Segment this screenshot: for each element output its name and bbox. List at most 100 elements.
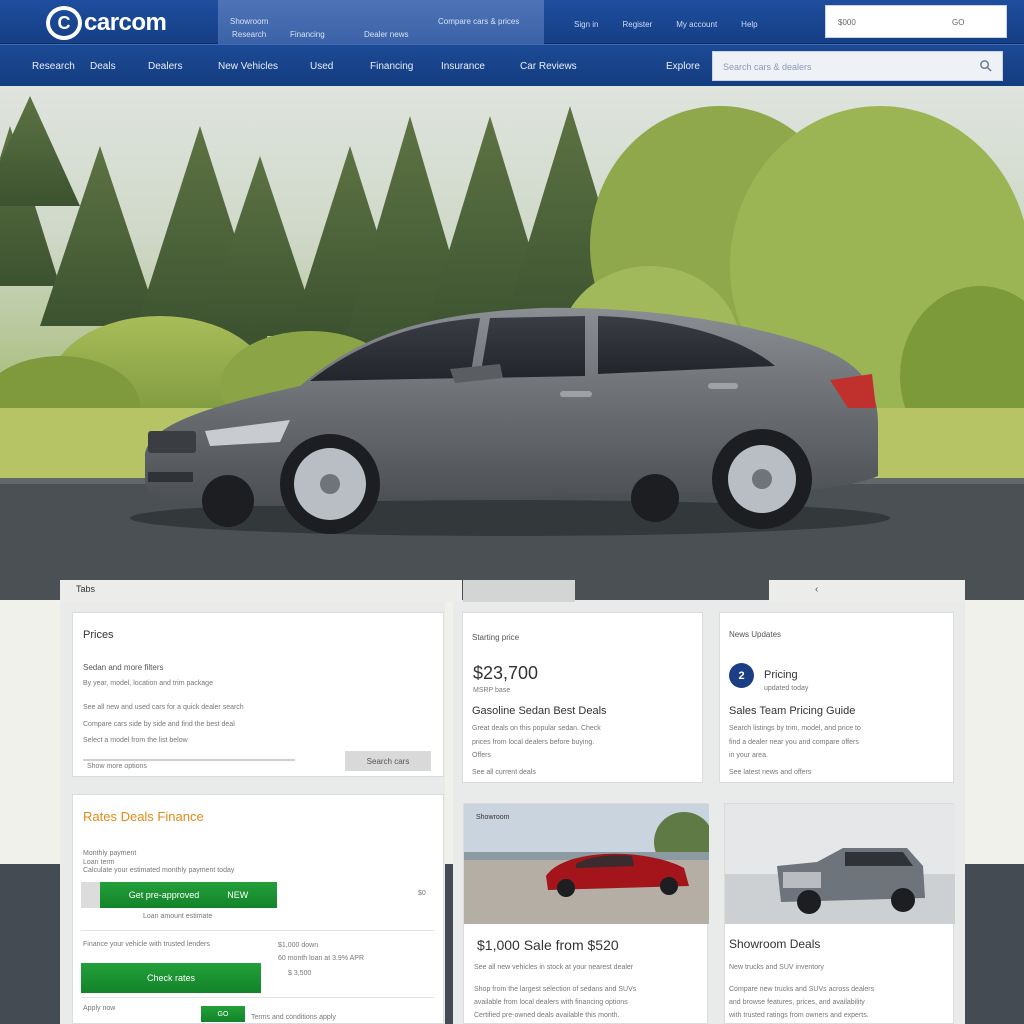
- see-news-link[interactable]: See latest news and offers: [729, 769, 811, 776]
- news-body: in your area.: [729, 752, 768, 759]
- top-search-value: $000: [838, 18, 856, 27]
- get-preapproved-label: Get pre-approved: [128, 890, 200, 900]
- go-button[interactable]: GO: [201, 1006, 245, 1022]
- finance-line: Calculate your estimated monthly payment…: [83, 867, 235, 874]
- finance-right: $ 3,500: [288, 970, 312, 977]
- nav-item-dealers[interactable]: Dealers: [148, 61, 182, 72]
- nav-search-placeholder: Search cars & dealers: [723, 62, 812, 72]
- tab-strip-mid: [463, 580, 575, 602]
- filter-line: Select a model from the list below: [83, 737, 188, 744]
- news-card: News Updates 2 Pricing updated today Sal…: [719, 612, 954, 783]
- finance-line: Loan amount estimate: [143, 913, 213, 920]
- new-tag: NEW: [227, 890, 249, 900]
- logo-text: carcom: [84, 9, 167, 36]
- panel-link[interactable]: Dealer news: [364, 30, 408, 39]
- tab-strip-left: [60, 580, 462, 602]
- main-nav: Research Deals Dealers New Vehicles Used…: [0, 44, 1024, 86]
- showroom-headline[interactable]: $1,000 Sale from $520: [477, 937, 619, 953]
- news-label: News Updates: [729, 630, 782, 639]
- showroom-sub: See all new vehicles in stock at your ne…: [474, 964, 634, 971]
- showroom-body: Shop from the largest selection of sedan…: [474, 986, 637, 993]
- showroom-card: Showroom $1,000 Sale from $520 See all n…: [463, 803, 709, 1024]
- nav-item-research[interactable]: Research: [32, 61, 75, 72]
- news-headline[interactable]: Sales Team Pricing Guide: [729, 705, 855, 717]
- finance-line: Loan term: [83, 859, 115, 866]
- logo-mark: C: [46, 6, 82, 40]
- trucks-body: and browse features, prices, and availab…: [729, 999, 865, 1006]
- price-sub: MSRP base: [473, 687, 511, 694]
- hero-car-image: [0, 96, 1024, 600]
- nav-item-used[interactable]: Used: [310, 61, 333, 72]
- panel-link[interactable]: Showroom: [230, 17, 268, 26]
- price-label: Starting price: [472, 633, 520, 642]
- terms-text: Terms and conditions apply: [251, 1014, 336, 1021]
- news-badge: 2: [729, 663, 754, 688]
- nav-item-explore[interactable]: Explore: [666, 61, 700, 72]
- site-logo[interactable]: C carcom: [46, 6, 167, 40]
- see-deals-link[interactable]: See all current deals: [472, 769, 536, 776]
- finance-line: Monthly payment: [83, 850, 137, 857]
- filter-line: By year, model, location and trim packag…: [83, 680, 213, 687]
- finance-line: Finance your vehicle with trusted lender…: [83, 941, 210, 948]
- show-more-link[interactable]: Show more options: [87, 763, 147, 770]
- finance-title: Rates Deals Finance: [83, 809, 204, 824]
- account-links: Sign in Register My account Help: [574, 20, 758, 29]
- chevron-left-icon[interactable]: ‹: [815, 584, 818, 595]
- panel-link[interactable]: Financing: [290, 30, 325, 39]
- price-headline[interactable]: Gasoline Sedan Best Deals: [472, 705, 607, 717]
- search-cars-button[interactable]: Search cars: [345, 751, 431, 771]
- get-preapproved-button[interactable]: Get pre-approved NEW: [100, 882, 277, 908]
- finance-right: $1,000 down: [278, 942, 319, 949]
- showroom-caption: Showroom: [476, 814, 510, 821]
- finance-divider: [81, 930, 435, 931]
- price-value: $23,700: [473, 663, 539, 683]
- showroom-body: available from local dealers with financ…: [474, 999, 628, 1006]
- finance-divider: [81, 997, 435, 998]
- trucks-sub: New trucks and SUV inventory: [729, 964, 824, 971]
- side-value: $0: [418, 890, 426, 897]
- price-body: prices from local dealers before buying.: [472, 739, 595, 746]
- top-search-input[interactable]: $000 GO: [825, 5, 1007, 38]
- help-link[interactable]: Help: [741, 20, 757, 29]
- top-search-button[interactable]: GO: [952, 18, 964, 27]
- news-body: Search listings by trim, model, and pric…: [729, 725, 861, 732]
- tab-strip-right: [769, 580, 965, 602]
- register-link[interactable]: Register: [622, 20, 652, 29]
- nav-item-insurance[interactable]: Insurance: [441, 61, 485, 72]
- price-body: Offers: [472, 752, 491, 759]
- hero-banner: [0, 86, 1024, 600]
- truck-image[interactable]: [725, 804, 955, 924]
- news-badge-title: Pricing: [764, 669, 798, 681]
- nav-item-new[interactable]: New Vehicles: [218, 61, 278, 72]
- trucks-body: with trusted ratings from owners and exp…: [729, 1012, 869, 1019]
- filter-card-title: Prices: [83, 629, 114, 641]
- news-badge-sub: updated today: [764, 685, 809, 692]
- filter-divider: [83, 759, 295, 761]
- showroom-body: Certified pre-owned deals available this…: [474, 1012, 620, 1019]
- search-icon[interactable]: [979, 59, 992, 72]
- nav-item-deals[interactable]: Deals: [90, 61, 116, 72]
- tab-label[interactable]: Tabs: [76, 584, 95, 594]
- nav-search-input[interactable]: Search cars & dealers: [712, 51, 1003, 81]
- nav-item-reviews[interactable]: Car Reviews: [520, 61, 577, 72]
- trucks-body: Compare new trucks and SUVs across deale…: [729, 986, 875, 993]
- apply-now-link[interactable]: Apply now: [83, 1005, 115, 1012]
- sign-in-link[interactable]: Sign in: [574, 20, 598, 29]
- trucks-headline[interactable]: Showroom Deals: [729, 937, 820, 951]
- red-sedan-image[interactable]: [464, 804, 709, 924]
- top-header: C carcom Showroom Research Financing Dea…: [0, 0, 1024, 44]
- filter-line: See all new and used cars for a quick de…: [83, 704, 244, 711]
- check-rates-button[interactable]: Check rates: [81, 963, 261, 993]
- price-body: Great deals on this popular sedan. Check: [472, 725, 601, 732]
- filter-card: Prices Sedan and more filters By year, m…: [72, 612, 444, 777]
- my-account-link[interactable]: My account: [676, 20, 717, 29]
- trucks-card: Showroom Deals New trucks and SUV invent…: [724, 803, 955, 1024]
- panel-link[interactable]: Research: [232, 30, 266, 39]
- filter-line: Compare cars side by side and find the b…: [83, 721, 235, 728]
- nav-item-financing[interactable]: Financing: [370, 61, 413, 72]
- finance-right: 60 month loan at 3.9% APR: [278, 955, 364, 962]
- filter-line: Sedan and more filters: [83, 663, 164, 672]
- header-panel: Showroom Research Financing Dealer news …: [218, 0, 544, 44]
- price-card: Starting price $23,700 MSRP base Gasolin…: [462, 612, 703, 783]
- panel-link[interactable]: Compare cars & prices: [438, 17, 519, 26]
